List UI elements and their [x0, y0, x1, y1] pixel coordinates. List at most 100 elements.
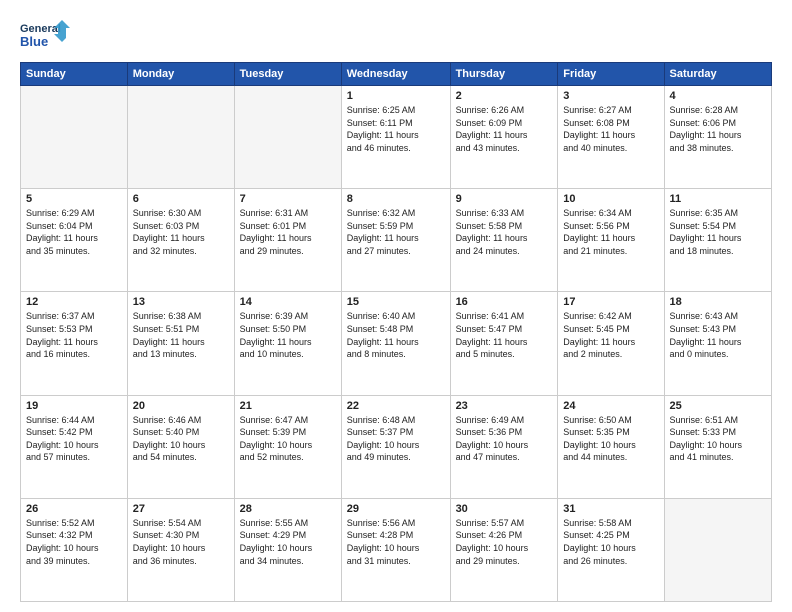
calendar-cell: 26Sunrise: 5:52 AM Sunset: 4:32 PM Dayli…: [21, 498, 128, 601]
calendar-cell: 9 Sunrise: 6:33 AM Sunset: 5:58 PM Daylig…: [450, 189, 558, 292]
day-number: 25: [670, 400, 767, 412]
calendar-cell: 12 Sunrise: 6:37 AM Sunset: 5:53 PM Dayli…: [21, 292, 128, 395]
day-info: Sunrise: 6:31 AM Sunset: 6:01 PM Dayligh…: [240, 207, 336, 257]
weekday-header-saturday: Saturday: [664, 63, 772, 86]
weekday-header-thursday: Thursday: [450, 63, 558, 86]
day-number: 1: [347, 90, 445, 102]
day-info: Sunrise: 6:32 AM Sunset: 5:59 PM Dayligh…: [347, 207, 445, 257]
day-info: Sunrise: 6:50 AM Sunset: 5:35 PM Dayligh…: [563, 414, 658, 464]
day-number: 7: [240, 193, 336, 205]
calendar-cell: 19Sunrise: 6:44 AM Sunset: 5:42 PM Dayli…: [21, 395, 128, 498]
calendar-cell: 2 Sunrise: 6:26 AM Sunset: 6:09 PM Daylig…: [450, 86, 558, 189]
weekday-header-monday: Monday: [127, 63, 234, 86]
day-info: Sunrise: 6:29 AM Sunset: 6:04 PM Dayligh…: [26, 207, 122, 257]
day-number: 27: [133, 503, 229, 515]
day-info: Sunrise: 6:51 AM Sunset: 5:33 PM Dayligh…: [670, 414, 767, 464]
day-number: 24: [563, 400, 658, 412]
calendar-week-row: 26Sunrise: 5:52 AM Sunset: 4:32 PM Dayli…: [21, 498, 772, 601]
calendar-cell: 18 Sunrise: 6:43 AM Sunset: 5:43 PM Dayli…: [664, 292, 772, 395]
calendar-table: SundayMondayTuesdayWednesdayThursdayFrid…: [20, 62, 772, 602]
day-number: 20: [133, 400, 229, 412]
calendar-cell: [234, 86, 341, 189]
day-number: 30: [456, 503, 553, 515]
calendar-cell: 23 Sunrise: 6:49 AM Sunset: 5:36 PM Dayli…: [450, 395, 558, 498]
calendar-cell: 24 Sunrise: 6:50 AM Sunset: 5:35 PM Dayli…: [558, 395, 664, 498]
calendar-cell: 4Sunrise: 6:28 AM Sunset: 6:06 PM Daylig…: [664, 86, 772, 189]
day-number: 22: [347, 400, 445, 412]
calendar-week-row: 5Sunrise: 6:29 AM Sunset: 6:04 PM Daylig…: [21, 189, 772, 292]
calendar-cell: 21Sunrise: 6:47 AM Sunset: 5:39 PM Dayli…: [234, 395, 341, 498]
logo-svg: General Blue: [20, 18, 72, 54]
calendar-cell: 7 Sunrise: 6:31 AM Sunset: 6:01 PM Daylig…: [234, 189, 341, 292]
day-number: 14: [240, 296, 336, 308]
day-info: Sunrise: 6:37 AM Sunset: 5:53 PM Dayligh…: [26, 310, 122, 360]
calendar-cell: 13 Sunrise: 6:38 AM Sunset: 5:51 PM Dayli…: [127, 292, 234, 395]
calendar-cell: 28 Sunrise: 5:55 AM Sunset: 4:29 PM Dayli…: [234, 498, 341, 601]
day-number: 23: [456, 400, 553, 412]
calendar-cell: 31 Sunrise: 5:58 AM Sunset: 4:25 PM Dayli…: [558, 498, 664, 601]
day-info: Sunrise: 6:48 AM Sunset: 5:37 PM Dayligh…: [347, 414, 445, 464]
day-number: 31: [563, 503, 658, 515]
calendar-cell: 17Sunrise: 6:42 AM Sunset: 5:45 PM Dayli…: [558, 292, 664, 395]
day-info: Sunrise: 6:43 AM Sunset: 5:43 PM Dayligh…: [670, 310, 767, 360]
calendar-cell: 22 Sunrise: 6:48 AM Sunset: 5:37 PM Dayli…: [341, 395, 450, 498]
calendar-cell: 8Sunrise: 6:32 AM Sunset: 5:59 PM Daylig…: [341, 189, 450, 292]
calendar-week-row: 1 Sunrise: 6:25 AM Sunset: 6:11 PM Daylig…: [21, 86, 772, 189]
weekday-header-tuesday: Tuesday: [234, 63, 341, 86]
day-info: Sunrise: 6:30 AM Sunset: 6:03 PM Dayligh…: [133, 207, 229, 257]
weekday-header-sunday: Sunday: [21, 63, 128, 86]
day-number: 6: [133, 193, 229, 205]
calendar-page: General Blue SundayMondayTuesdayWednesda…: [0, 0, 792, 612]
calendar-cell: 27 Sunrise: 5:54 AM Sunset: 4:30 PM Dayli…: [127, 498, 234, 601]
calendar-cell: [21, 86, 128, 189]
day-info: Sunrise: 6:39 AM Sunset: 5:50 PM Dayligh…: [240, 310, 336, 360]
calendar-cell: 10 Sunrise: 6:34 AM Sunset: 5:56 PM Dayli…: [558, 189, 664, 292]
calendar-cell: [664, 498, 772, 601]
day-info: Sunrise: 6:25 AM Sunset: 6:11 PM Dayligh…: [347, 104, 445, 154]
day-info: Sunrise: 5:52 AM Sunset: 4:32 PM Dayligh…: [26, 517, 122, 567]
day-number: 21: [240, 400, 336, 412]
day-info: Sunrise: 6:46 AM Sunset: 5:40 PM Dayligh…: [133, 414, 229, 464]
calendar-cell: 30 Sunrise: 5:57 AM Sunset: 4:26 PM Dayli…: [450, 498, 558, 601]
day-number: 11: [670, 193, 767, 205]
day-info: Sunrise: 6:40 AM Sunset: 5:48 PM Dayligh…: [347, 310, 445, 360]
weekday-header-wednesday: Wednesday: [341, 63, 450, 86]
logo: General Blue: [20, 18, 72, 54]
day-number: 15: [347, 296, 445, 308]
calendar-week-row: 19Sunrise: 6:44 AM Sunset: 5:42 PM Dayli…: [21, 395, 772, 498]
day-info: Sunrise: 6:38 AM Sunset: 5:51 PM Dayligh…: [133, 310, 229, 360]
day-info: Sunrise: 5:58 AM Sunset: 4:25 PM Dayligh…: [563, 517, 658, 567]
day-info: Sunrise: 6:28 AM Sunset: 6:06 PM Dayligh…: [670, 104, 767, 154]
calendar-cell: 16Sunrise: 6:41 AM Sunset: 5:47 PM Dayli…: [450, 292, 558, 395]
calendar-cell: 15 Sunrise: 6:40 AM Sunset: 5:48 PM Dayli…: [341, 292, 450, 395]
day-number: 19: [26, 400, 122, 412]
day-info: Sunrise: 6:33 AM Sunset: 5:58 PM Dayligh…: [456, 207, 553, 257]
day-info: Sunrise: 6:34 AM Sunset: 5:56 PM Dayligh…: [563, 207, 658, 257]
svg-text:Blue: Blue: [20, 34, 48, 49]
day-number: 18: [670, 296, 767, 308]
header: General Blue: [20, 18, 772, 54]
calendar-cell: 6 Sunrise: 6:30 AM Sunset: 6:03 PM Daylig…: [127, 189, 234, 292]
calendar-cell: 25 Sunrise: 6:51 AM Sunset: 5:33 PM Dayli…: [664, 395, 772, 498]
day-info: Sunrise: 5:56 AM Sunset: 4:28 PM Dayligh…: [347, 517, 445, 567]
day-info: Sunrise: 5:57 AM Sunset: 4:26 PM Dayligh…: [456, 517, 553, 567]
day-number: 17: [563, 296, 658, 308]
day-info: Sunrise: 6:49 AM Sunset: 5:36 PM Dayligh…: [456, 414, 553, 464]
day-info: Sunrise: 5:54 AM Sunset: 4:30 PM Dayligh…: [133, 517, 229, 567]
day-number: 12: [26, 296, 122, 308]
day-info: Sunrise: 5:55 AM Sunset: 4:29 PM Dayligh…: [240, 517, 336, 567]
calendar-cell: 3Sunrise: 6:27 AM Sunset: 6:08 PM Daylig…: [558, 86, 664, 189]
calendar-cell: 11Sunrise: 6:35 AM Sunset: 5:54 PM Dayli…: [664, 189, 772, 292]
day-info: Sunrise: 6:41 AM Sunset: 5:47 PM Dayligh…: [456, 310, 553, 360]
day-number: 10: [563, 193, 658, 205]
day-number: 9: [456, 193, 553, 205]
calendar-cell: 5Sunrise: 6:29 AM Sunset: 6:04 PM Daylig…: [21, 189, 128, 292]
weekday-header-row: SundayMondayTuesdayWednesdayThursdayFrid…: [21, 63, 772, 86]
calendar-cell: 1 Sunrise: 6:25 AM Sunset: 6:11 PM Daylig…: [341, 86, 450, 189]
day-info: Sunrise: 6:26 AM Sunset: 6:09 PM Dayligh…: [456, 104, 553, 154]
day-number: 29: [347, 503, 445, 515]
day-number: 13: [133, 296, 229, 308]
calendar-cell: [127, 86, 234, 189]
day-number: 2: [456, 90, 553, 102]
day-number: 28: [240, 503, 336, 515]
